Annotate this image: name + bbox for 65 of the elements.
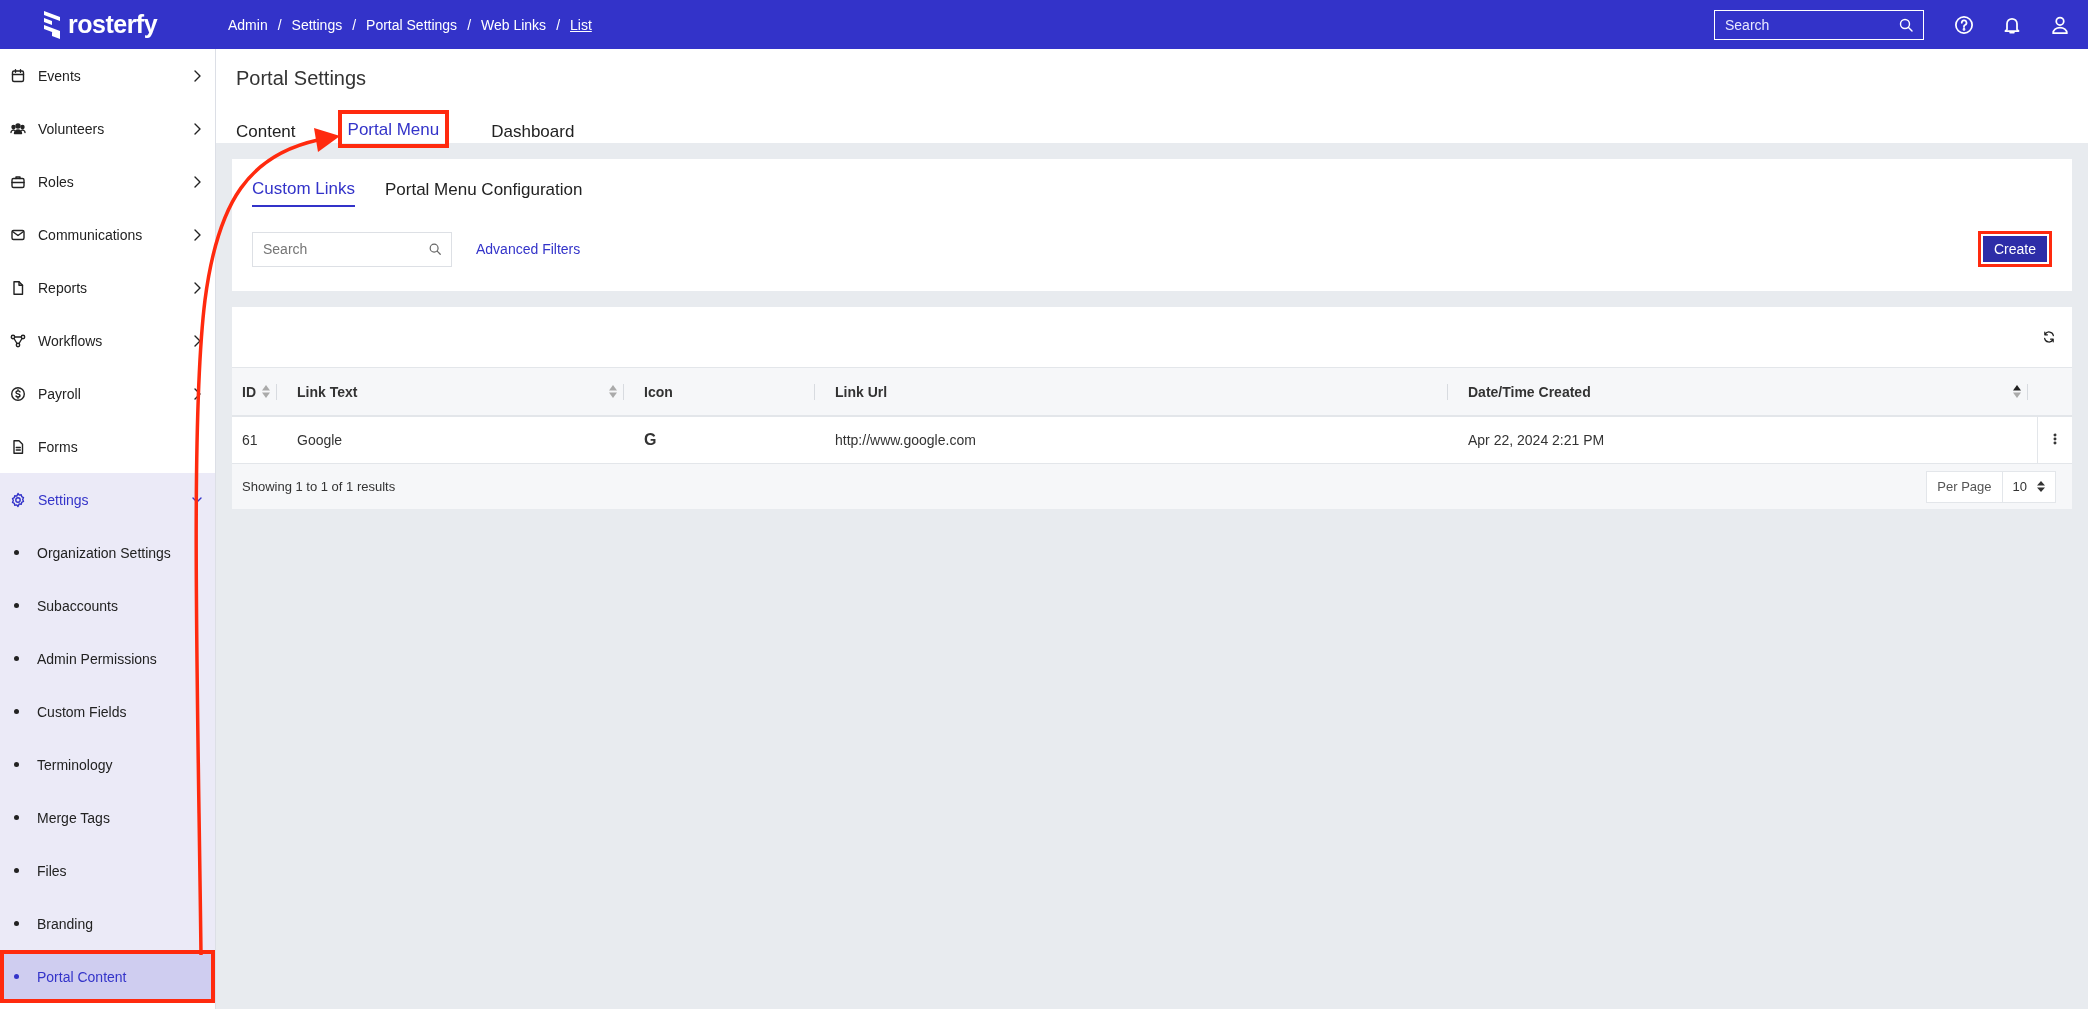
tab[interactable]: Custom Links (252, 173, 355, 207)
sidebar-item[interactable]: Forms (0, 420, 215, 473)
tab[interactable]: Content (236, 116, 308, 148)
sidebar-subitem[interactable]: Terminology (0, 738, 215, 791)
results-summary: Showing 1 to 1 of 1 results (242, 479, 396, 494)
breadcrumb-link[interactable]: List (570, 16, 592, 33)
sidebar-item[interactable]: Workflows (0, 314, 215, 367)
sidebar-subitem[interactable]: Merge Tags (0, 791, 215, 844)
column-header: Link Url (825, 368, 1458, 416)
table-cell: 61 (232, 416, 287, 464)
calendar-icon (10, 67, 26, 84)
breadcrumb-link[interactable]: Web Links (481, 16, 547, 33)
briefcase-icon (10, 173, 26, 190)
logo[interactable]: rosterfy (0, 9, 180, 40)
people-icon (10, 120, 26, 137)
sidebar-subitem[interactable]: Branding (0, 897, 215, 950)
logo-icon (42, 9, 62, 40)
column-header[interactable]: Link Text (287, 368, 634, 416)
sidebar-item[interactable]: Payroll (0, 367, 215, 420)
sidebar-subitem[interactable]: Custom Fields (0, 685, 215, 738)
user-icon (2050, 14, 2070, 35)
table-cell: Apr 22, 2024 2:21 PM (1458, 416, 2038, 464)
page-title: Portal Settings (236, 67, 368, 90)
create-button[interactable]: Create (1977, 231, 2052, 267)
sidebar-item[interactable]: Settings (0, 473, 215, 526)
table-cell: Google (287, 416, 634, 464)
nodes-icon (10, 332, 26, 349)
breadcrumb-link[interactable]: Settings (291, 16, 343, 33)
breadcrumb-separator: / (277, 16, 282, 33)
sidebar-subitem[interactable]: Portal Content (0, 950, 215, 1003)
refresh-icon (2042, 330, 2056, 344)
sort-icon[interactable] (2012, 385, 2021, 398)
breadcrumb-link[interactable]: Portal Settings (366, 16, 458, 33)
tab[interactable]: Dashboard (479, 116, 587, 148)
document-icon (10, 279, 26, 296)
search-field[interactable]: Search (252, 231, 452, 267)
sidebar-subitem[interactable]: Subaccounts (0, 579, 215, 632)
gear-icon (10, 491, 26, 508)
sidebar-item[interactable]: Events (0, 49, 215, 102)
column-header[interactable]: Date/Time Created (1458, 368, 2038, 416)
breadcrumb-separator: / (556, 16, 560, 33)
table-cell: G (644, 431, 657, 448)
sidebar-item[interactable]: Communications (0, 208, 215, 261)
tab[interactable]: Portal Menu Configuration (385, 173, 583, 207)
form-icon (10, 438, 26, 455)
table-cell: http://www.google.com (825, 416, 1458, 464)
tab[interactable]: Portal Menu (337, 110, 450, 148)
sidebar-subitem[interactable]: Organization Settings (0, 526, 215, 579)
breadcrumb-separator: / (467, 16, 471, 33)
help-icon (1954, 14, 1974, 35)
breadcrumb-link[interactable]: Admin (228, 16, 268, 33)
sidebar-item[interactable]: Volunteers (0, 102, 215, 155)
sidebar-item[interactable]: Roles (0, 155, 215, 208)
search-icon (428, 242, 442, 256)
advanced-filters-link[interactable]: Advanced Filters (476, 241, 581, 257)
sidebar-subitem[interactable]: Admin Permissions (0, 632, 215, 685)
column-header[interactable]: ID (232, 368, 287, 416)
sort-icon (2037, 480, 2045, 493)
search-icon (1898, 16, 1914, 33)
dollar-icon (10, 385, 26, 402)
column-header: Icon (634, 368, 825, 416)
breadcrumb-separator: / (352, 16, 357, 33)
sidebar-subitem[interactable]: Files (0, 844, 215, 897)
per-page-select[interactable]: Per Page 10 (1926, 470, 2056, 503)
sidebar-item[interactable]: Reports (0, 261, 215, 314)
